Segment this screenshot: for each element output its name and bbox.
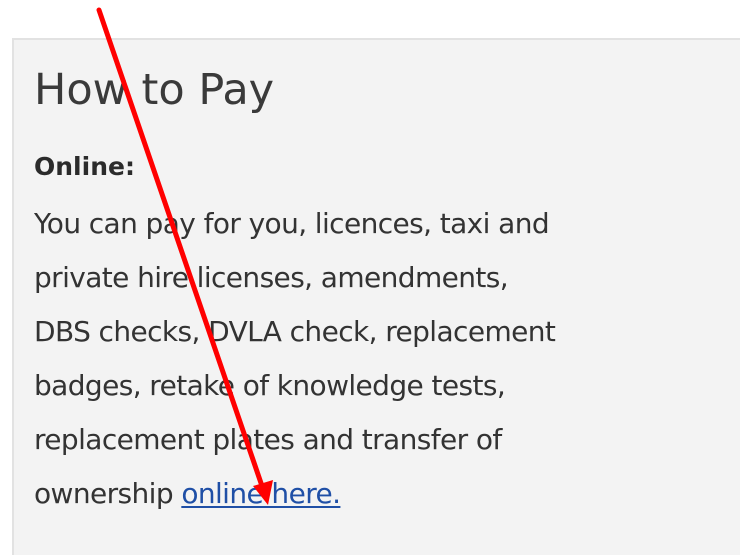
page-canvas: How to Pay Online: You can pay for you, … xyxy=(0,0,740,555)
description-line: You can pay for you, licences, taxi and xyxy=(34,207,550,240)
payment-description: You can pay for you, licences, taxi and … xyxy=(34,207,556,521)
description-line: badges, retake of knowledge tests, xyxy=(34,369,506,402)
description-last-line: ownership online here. xyxy=(34,467,555,521)
description-line: replacement plates and transfer of xyxy=(34,423,502,456)
description-line: private hire licenses, amendments, xyxy=(34,261,509,294)
description-line: DBS checks, DVLA check, replacement xyxy=(34,315,556,348)
description-text: ownership xyxy=(34,477,182,510)
online-here-link[interactable]: online here. xyxy=(181,477,341,510)
how-to-pay-panel: How to Pay Online: You can pay for you, … xyxy=(12,38,740,555)
online-subheading: Online: xyxy=(34,152,135,181)
section-heading: How to Pay xyxy=(34,65,275,115)
